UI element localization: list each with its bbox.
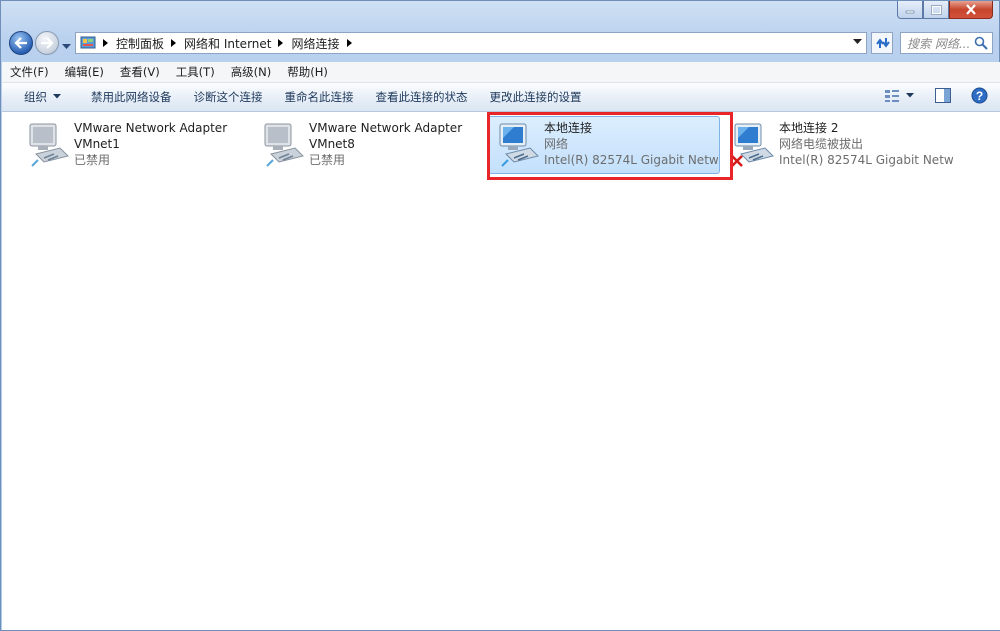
network-adapter-icon [499, 123, 539, 167]
refresh-icon [876, 38, 890, 48]
diagnose-connection-button[interactable]: 诊断这个连接 [183, 89, 274, 105]
search-placeholder: 搜索 网络... [907, 36, 971, 51]
menu-bar: 文件(F) 编辑(E) 查看(V) 工具(T) 高级(N) 帮助(H) [2, 62, 1000, 83]
cable-unplugged-x-icon [731, 155, 743, 167]
connection-name: 本地连接 2 [779, 121, 839, 135]
connection-device: VMnet1 [74, 137, 120, 151]
view-options-icon [885, 89, 899, 102]
connection-device: VMnet8 [309, 137, 355, 151]
maximize-button[interactable] [923, 1, 949, 19]
connection-text: VMware Network Adapter VMnet1 已禁用 [74, 120, 248, 168]
chevron-down-icon [53, 94, 61, 99]
connection-name: VMware Network Adapter [309, 121, 463, 135]
explorer-window: 控制面板 网络和 Internet 网络连接 搜索 网络... 文件(F) 编辑… [0, 0, 1000, 631]
breadcrumb-control-panel[interactable]: 控制面板 [112, 35, 168, 52]
connection-status: 网络电缆被拔出 [779, 137, 864, 151]
search-box[interactable]: 搜索 网络... [900, 32, 993, 54]
connection-tile-vmnet8[interactable]: VMware Network Adapter VMnet8 已禁用 [251, 116, 483, 176]
chevron-right-icon[interactable] [346, 39, 353, 47]
navigation-bar: 控制面板 网络和 Internet 网络连接 搜索 网络... [7, 29, 995, 59]
close-button[interactable] [949, 1, 993, 19]
menu-edit[interactable]: 编辑(E) [57, 64, 112, 80]
refresh-button[interactable] [871, 32, 893, 54]
connection-tile-local-2[interactable]: 本地连接 2 网络电缆被拔出 Intel(R) 82574L Gigabit N… [721, 116, 953, 176]
organize-button[interactable]: 组织 [2, 89, 73, 105]
search-icon[interactable] [974, 36, 988, 50]
connection-text: 本地连接 网络 Intel(R) 82574L Gigabit Netwo... [544, 120, 718, 168]
chevron-right-icon[interactable] [171, 39, 177, 47]
control-panel-icon [80, 36, 96, 49]
chevron-right-icon[interactable] [278, 39, 284, 47]
svg-text:?: ? [976, 89, 983, 103]
connections-view: VMware Network Adapter VMnet1 已禁用 VMware… [2, 112, 1000, 630]
help-icon[interactable]: ? [971, 87, 988, 104]
minimize-button[interactable] [897, 1, 923, 19]
network-adapter-icon [264, 123, 304, 167]
chevron-down-icon [906, 92, 914, 97]
chevron-down-icon [62, 44, 71, 49]
address-dropdown-icon[interactable] [853, 39, 862, 45]
caption-buttons [897, 1, 993, 19]
view-status-button[interactable]: 查看此连接的状态 [365, 89, 479, 105]
connection-text: VMware Network Adapter VMnet8 已禁用 [309, 120, 483, 168]
change-view-button[interactable] [884, 89, 915, 103]
organize-label: 组织 [24, 90, 47, 104]
preview-pane-icon[interactable] [935, 88, 951, 103]
connection-name: 本地连接 [544, 121, 593, 135]
connection-tile-vmnet1[interactable]: VMware Network Adapter VMnet1 已禁用 [16, 116, 248, 176]
forward-arrow-icon [41, 37, 54, 49]
connection-tile-local[interactable]: 本地连接 网络 Intel(R) 82574L Gigabit Netwo... [486, 116, 720, 176]
breadcrumb-network-connections[interactable]: 网络连接 [287, 35, 343, 52]
address-bar[interactable]: 控制面板 网络和 Internet 网络连接 [75, 32, 867, 54]
forward-button[interactable] [35, 31, 59, 55]
connection-device: Intel(R) 82574L Gigabit Netwo... [779, 153, 953, 167]
back-button[interactable] [9, 31, 33, 55]
chevron-right-icon[interactable] [103, 39, 109, 47]
menu-help[interactable]: 帮助(H) [279, 64, 336, 80]
network-adapter-icon [29, 123, 69, 167]
command-bar: 组织 禁用此网络设备 诊断这个连接 重命名此连接 查看此连接的状态 更改此连接的… [2, 83, 1000, 112]
disable-device-button[interactable]: 禁用此网络设备 [73, 89, 183, 105]
menu-tools[interactable]: 工具(T) [168, 64, 223, 80]
close-icon [966, 4, 976, 15]
menu-file[interactable]: 文件(F) [2, 64, 57, 80]
connection-device: Intel(R) 82574L Gigabit Netwo... [544, 153, 718, 167]
menu-view[interactable]: 查看(V) [112, 64, 168, 80]
view-controls: ? [884, 87, 988, 104]
back-arrow-icon [14, 37, 27, 49]
minimize-icon [905, 10, 915, 13]
recent-pages-button[interactable] [62, 39, 71, 53]
change-settings-button[interactable]: 更改此连接的设置 [479, 89, 593, 105]
connection-name: VMware Network Adapter [74, 121, 228, 135]
connection-status: 已禁用 [309, 153, 346, 167]
title-bar [1, 1, 999, 25]
menu-advanced[interactable]: 高级(N) [223, 64, 280, 80]
rename-connection-button[interactable]: 重命名此连接 [274, 89, 365, 105]
breadcrumb-network-internet[interactable]: 网络和 Internet [180, 35, 275, 52]
breadcrumb: 控制面板 网络和 Internet 网络连接 [100, 35, 356, 52]
connection-network: 网络 [544, 137, 569, 151]
connection-status: 已禁用 [74, 153, 111, 167]
connection-text: 本地连接 2 网络电缆被拔出 Intel(R) 82574L Gigabit N… [779, 120, 953, 168]
maximize-icon [930, 4, 942, 15]
